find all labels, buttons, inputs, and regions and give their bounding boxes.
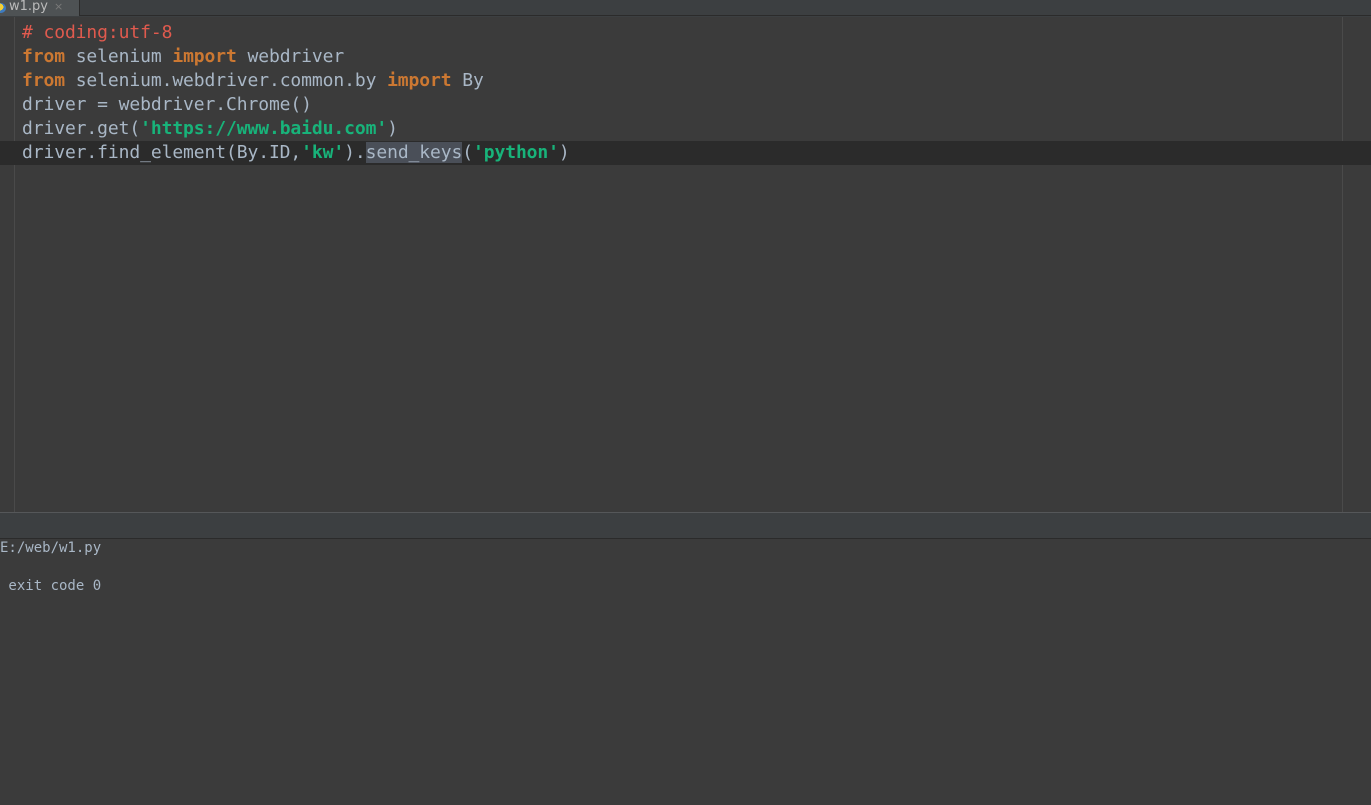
code-token-plain: selenium (64, 46, 173, 67)
code-token-hl: send_keys (365, 142, 463, 163)
code-line[interactable]: from selenium import webdriver (0, 45, 1371, 69)
python-file-icon (0, 3, 6, 13)
console-line: E:/web/w1.py (0, 540, 102, 556)
code-token-string: 'kw' (301, 142, 345, 163)
code-token-keyword: from (22, 70, 65, 91)
editor-tab-bar: w1.py × (0, 0, 1371, 16)
code-line[interactable]: driver.find_element(By.ID,'kw').send_key… (0, 141, 1371, 165)
code-editor[interactable]: # coding:utf-8 from selenium import webdr… (0, 17, 1371, 512)
close-icon[interactable]: × (54, 0, 63, 13)
code-line[interactable]: driver = webdriver.Chrome() (0, 93, 1371, 117)
run-panel-header (0, 512, 1371, 539)
code-token-keyword: import (172, 46, 237, 67)
code-token-keyword: from (22, 46, 65, 67)
run-console[interactable]: E:/web/w1.py exit code 0 (0, 539, 1371, 805)
code-token-plain: driver.find_element(By.ID, (22, 142, 302, 163)
code-token-plain: driver = webdriver.Chrome() (22, 94, 312, 115)
console-line: exit code 0 (0, 578, 102, 594)
code-area[interactable]: # coding:utf-8 from selenium import webdr… (0, 21, 1371, 165)
code-token-comment: # coding:utf-8 (22, 22, 173, 43)
code-line[interactable]: driver.get('https://www.baidu.com') (0, 117, 1371, 141)
code-line[interactable]: # coding:utf-8 (0, 21, 1371, 45)
code-token-plain: selenium.webdriver.common.by (64, 70, 388, 91)
code-token-plain: By (451, 70, 484, 91)
code-token-string: 'https://www.baidu.com' (140, 118, 388, 139)
tab-w1-py[interactable]: w1.py × (0, 0, 80, 16)
code-token-plain: ) (558, 142, 570, 163)
code-token-plain: ) (387, 118, 398, 139)
code-token-keyword: import (387, 70, 452, 91)
code-token-plain: driver.get( (22, 118, 141, 139)
code-token-plain: webdriver (236, 46, 345, 67)
code-token-plain: ( (462, 142, 473, 163)
code-token-string: 'python' (473, 142, 559, 163)
code-token-plain: ). (344, 142, 366, 163)
code-line[interactable]: from selenium.webdriver.common.by import… (0, 69, 1371, 93)
tab-label: w1.py (9, 0, 48, 14)
